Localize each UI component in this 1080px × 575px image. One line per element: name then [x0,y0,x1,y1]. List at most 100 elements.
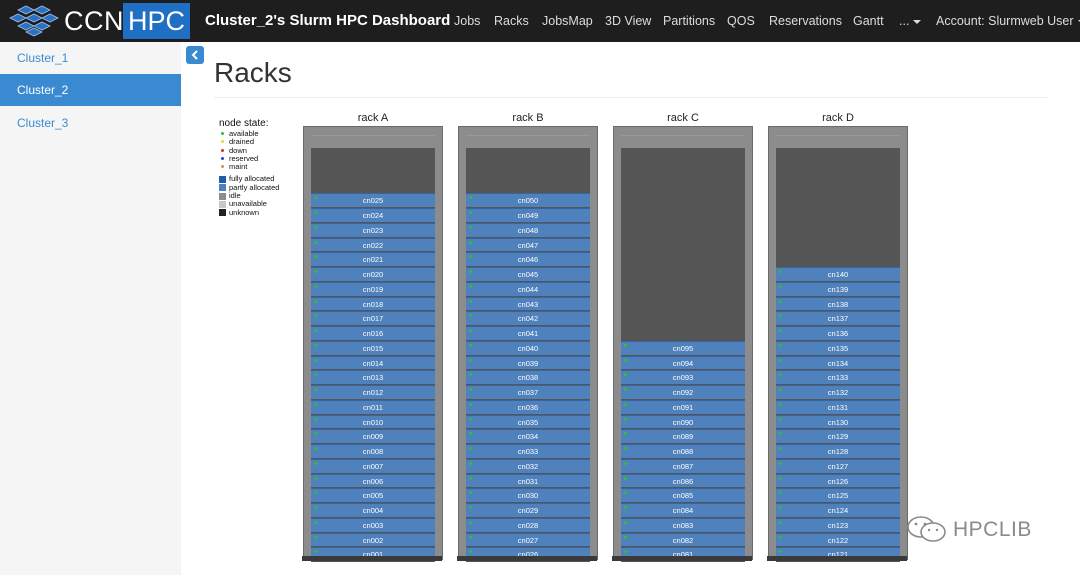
node-cn022[interactable]: cn022 [311,237,435,252]
node-cn040[interactable]: cn040 [466,340,590,355]
node-cn129[interactable]: cn129 [776,429,900,444]
node-cn019[interactable]: cn019 [311,281,435,296]
node-cn039[interactable]: cn039 [466,355,590,370]
node-cn046[interactable]: cn046 [466,252,590,267]
node-cn023[interactable]: cn023 [311,222,435,237]
node-cn124[interactable]: cn124 [776,503,900,517]
node-cn009[interactable]: cn009 [311,429,435,444]
node-cn024[interactable]: cn024 [311,208,435,222]
sidebar-item-cluster-1[interactable]: Cluster_1 [0,42,181,74]
node-cn010[interactable]: cn010 [311,414,435,429]
node-cn014[interactable]: cn014 [311,355,435,370]
node-cn042[interactable]: cn042 [466,311,590,326]
nav-more-dropdown[interactable]: ... [899,14,922,28]
node-cn093[interactable]: cn093 [621,370,745,385]
node-cn017[interactable]: cn017 [311,311,435,326]
account-dropdown[interactable]: Account: Slurmweb User [936,14,1080,28]
node-cn123[interactable]: cn123 [776,517,900,532]
node-cn092[interactable]: cn092 [621,385,745,399]
node-cn027[interactable]: cn027 [466,532,590,547]
node-cn044[interactable]: cn044 [466,281,590,296]
node-cn041[interactable]: cn041 [466,326,590,340]
node-cn126[interactable]: cn126 [776,473,900,488]
node-cn013[interactable]: cn013 [311,370,435,385]
node-cn125[interactable]: cn125 [776,488,900,503]
node-cn139[interactable]: cn139 [776,281,900,296]
node-cn133[interactable]: cn133 [776,370,900,385]
node-cn008[interactable]: cn008 [311,444,435,458]
node-cn140[interactable]: cn140 [776,267,900,281]
node-cn043[interactable]: cn043 [466,296,590,311]
node-cn020[interactable]: cn020 [311,267,435,281]
node-cn132[interactable]: cn132 [776,385,900,399]
node-label: cn030 [517,491,539,501]
node-cn007[interactable]: cn007 [311,458,435,473]
nav-jobs[interactable]: Jobs [454,14,480,28]
node-cn095[interactable]: cn095 [621,340,745,355]
node-cn036[interactable]: cn036 [466,399,590,414]
node-cn045[interactable]: cn045 [466,267,590,281]
nav-gantt[interactable]: Gantt [853,14,884,28]
node-cn034[interactable]: cn034 [466,429,590,444]
dashboard-title[interactable]: Cluster_2's Slurm HPC Dashboard [205,12,450,29]
nav-racks[interactable]: Racks [494,14,529,28]
node-label: cn039 [517,358,539,368]
node-cn086[interactable]: cn086 [621,473,745,488]
node-cn012[interactable]: cn012 [311,385,435,399]
node-cn006[interactable]: cn006 [311,473,435,488]
node-cn003[interactable]: cn003 [311,517,435,532]
node-cn050[interactable]: cn050 [466,193,590,208]
node-cn090[interactable]: cn090 [621,414,745,429]
node-cn033[interactable]: cn033 [466,444,590,458]
node-cn047[interactable]: cn047 [466,237,590,252]
rack-base [302,556,442,561]
app-logo[interactable]: CCN HPC [0,0,191,42]
collapse-sidebar-button[interactable] [186,46,204,64]
node-cn131[interactable]: cn131 [776,399,900,414]
node-cn083[interactable]: cn083 [621,517,745,532]
node-cn136[interactable]: cn136 [776,326,900,340]
nav-jobsmap[interactable]: JobsMap [542,14,593,28]
node-cn137[interactable]: cn137 [776,311,900,326]
nav-3d-view[interactable]: 3D View [605,14,651,28]
node-cn028[interactable]: cn028 [466,517,590,532]
node-cn084[interactable]: cn084 [621,503,745,517]
node-cn038[interactable]: cn038 [466,370,590,385]
node-cn031[interactable]: cn031 [466,473,590,488]
node-cn002[interactable]: cn002 [311,532,435,547]
node-cn015[interactable]: cn015 [311,340,435,355]
node-cn087[interactable]: cn087 [621,458,745,473]
node-cn025[interactable]: cn025 [311,193,435,208]
node-cn004[interactable]: cn004 [311,503,435,517]
node-cn030[interactable]: cn030 [466,488,590,503]
node-cn037[interactable]: cn037 [466,385,590,399]
sidebar-item-cluster-2[interactable]: Cluster_2 [0,74,181,106]
nav-qos[interactable]: QOS [727,14,755,28]
node-cn089[interactable]: cn089 [621,429,745,444]
node-cn049[interactable]: cn049 [466,208,590,222]
node-cn032[interactable]: cn032 [466,458,590,473]
node-cn135[interactable]: cn135 [776,340,900,355]
node-cn094[interactable]: cn094 [621,355,745,370]
node-cn127[interactable]: cn127 [776,458,900,473]
node-cn088[interactable]: cn088 [621,444,745,458]
node-cn005[interactable]: cn005 [311,488,435,503]
node-cn048[interactable]: cn048 [466,222,590,237]
node-cn018[interactable]: cn018 [311,296,435,311]
nav-reservations[interactable]: Reservations [769,14,842,28]
node-cn138[interactable]: cn138 [776,296,900,311]
sidebar-item-cluster-3[interactable]: Cluster_3 [0,107,181,139]
node-cn085[interactable]: cn085 [621,488,745,503]
nav-partitions[interactable]: Partitions [663,14,715,28]
node-cn011[interactable]: cn011 [311,399,435,414]
node-cn122[interactable]: cn122 [776,532,900,547]
node-cn035[interactable]: cn035 [466,414,590,429]
node-cn029[interactable]: cn029 [466,503,590,517]
node-cn016[interactable]: cn016 [311,326,435,340]
node-cn082[interactable]: cn082 [621,532,745,547]
node-cn134[interactable]: cn134 [776,355,900,370]
node-cn128[interactable]: cn128 [776,444,900,458]
node-cn021[interactable]: cn021 [311,252,435,267]
node-cn091[interactable]: cn091 [621,399,745,414]
node-cn130[interactable]: cn130 [776,414,900,429]
